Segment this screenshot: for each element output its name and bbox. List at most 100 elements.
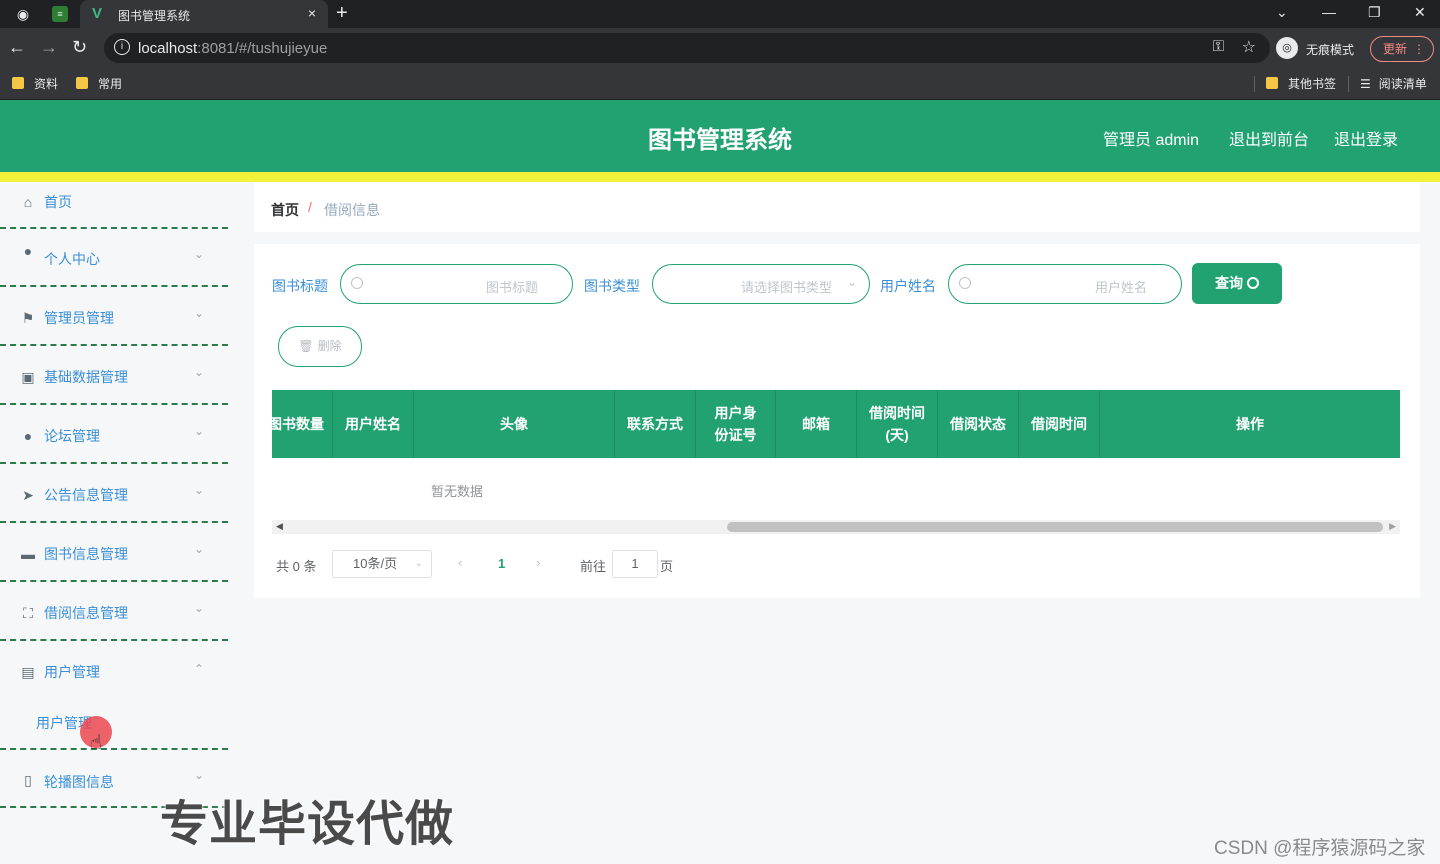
next-page-icon[interactable]: › [536, 555, 540, 570]
page-size-select[interactable]: 10条/页 ⌄ [332, 550, 432, 578]
scrollbar-thumb[interactable] [727, 522, 1383, 532]
tab-active[interactable]: V 图书管理系统 × [80, 0, 328, 28]
column-header: 用户姓名 [333, 390, 414, 458]
book-type-select[interactable]: 请选择图书类型 ⌄ [652, 264, 870, 304]
user-name-placeholder: 用户姓名 [1095, 280, 1148, 295]
user-icon: ● [23, 428, 33, 444]
bookmark-folder[interactable]: 资料 [12, 75, 58, 92]
bookmark-label: 其他书签 [1288, 77, 1337, 91]
sidebar-item-label: 管理员管理 [44, 310, 114, 326]
forward-icon[interactable]: → [40, 37, 58, 57]
send-icon: ➤ [22, 487, 34, 503]
sidebar-item-borrow[interactable]: ⛶ 借阅信息管理 ⌄ [0, 583, 228, 641]
book-type-placeholder: 请选择图书类型 [741, 280, 833, 295]
scroll-left-icon[interactable]: ◀ [276, 521, 283, 532]
goto-page-input[interactable]: 1 [612, 550, 658, 578]
sidebar-item-label: 个人中心 [44, 251, 100, 267]
menu-divider [0, 344, 228, 346]
kebab-menu-icon[interactable]: ⋮ [1413, 37, 1425, 61]
sidebar-item-home[interactable]: ⌂ 首页 [0, 182, 228, 229]
credit-text: CSDN @程序猿源码之家 [1214, 838, 1426, 859]
sidebar-item-basic-data[interactable]: ▣ 基础数据管理 ⌄ [0, 347, 228, 405]
chevron-down-icon: ⌄ [194, 768, 205, 782]
sidebar-subitem-users[interactable]: 用户管理 [0, 700, 228, 750]
logout-link[interactable]: 退出登录 [1334, 126, 1398, 150]
menu-divider [0, 639, 228, 641]
menu-divider [0, 403, 228, 405]
app-title: 图书管理系统 [648, 127, 792, 154]
prev-page-icon[interactable]: ‹ [458, 555, 462, 570]
update-label: 更新 [1383, 42, 1408, 56]
sidebar: ⌂ 首页 ● 个人中心 ⌄ ⚑ 管理员管理 ⌄ ▣ 基础数据管理 ⌄ ● 论坛管… [0, 182, 228, 864]
new-tab-button[interactable]: + [336, 2, 348, 25]
update-button[interactable]: 更新 ⋮ [1370, 36, 1434, 62]
search-icon [959, 277, 971, 289]
delete-label: 删除 [317, 339, 342, 353]
bookmark-star-icon[interactable]: ☆ [1242, 37, 1256, 57]
page-size-value: 10条/页 [353, 556, 398, 571]
tab-close-icon[interactable]: × [308, 5, 316, 21]
pagination: 共 0 条 10条/页 ⌄ ‹ 1 › 前往 1 页 [272, 550, 872, 578]
page-number[interactable]: 1 [498, 556, 505, 571]
book-title-placeholder: 图书标题 [486, 280, 539, 295]
user-icon: ● [23, 243, 33, 259]
reading-list-icon: ☰ [1360, 77, 1371, 91]
sidebar-item-label: 借阅信息管理 [44, 605, 128, 621]
book-title-input[interactable]: 图书标题 [340, 264, 573, 304]
goto-unit: 页 [660, 559, 674, 574]
menu-divider [0, 285, 228, 287]
user-name-input[interactable]: 用户姓名 [948, 264, 1182, 304]
close-window-icon[interactable]: ✕ [1414, 4, 1426, 21]
browser-menu-icon[interactable]: ◉ [14, 5, 32, 23]
query-button[interactable]: 查询 [1192, 263, 1282, 304]
sidebar-item-personal-center[interactable]: ● 个人中心 ⌄ [0, 229, 228, 287]
breadcrumb-separator: / [308, 199, 312, 215]
reading-list[interactable]: ☰ 阅读清单 [1360, 75, 1427, 92]
sidebar-item-notice[interactable]: ➤ 公告信息管理 ⌄ [0, 465, 228, 523]
goto-label: 前往 [580, 559, 607, 574]
sidebar-item-admin[interactable]: ⚑ 管理员管理 ⌄ [0, 288, 228, 346]
main-card: 图书标题 图书标题 图书类型 请选择图书类型 ⌄ 用户姓名 用户姓名 查询 🗑 删… [254, 244, 1420, 598]
delete-button[interactable]: 🗑 删除 [278, 326, 362, 367]
sidebar-item-forum[interactable]: ● 论坛管理 ⌄ [0, 406, 228, 464]
chevron-up-icon: ⌃ [194, 662, 205, 676]
other-bookmarks[interactable]: 其他书签 [1266, 75, 1336, 92]
app-favicon-icon[interactable]: ≡ [52, 6, 68, 22]
back-icon[interactable]: ← [8, 37, 26, 57]
table-body: 暂无数据 [272, 458, 1400, 518]
search-icon [1247, 277, 1259, 289]
column-header: 邮箱 [776, 390, 857, 458]
site-info-icon[interactable]: i [114, 39, 130, 55]
sidebar-item-users[interactable]: ▤ 用户管理 ⌃ [0, 642, 228, 692]
chevron-down-icon: ⌄ [194, 247, 205, 261]
front-link[interactable]: 退出到前台 [1229, 126, 1309, 150]
column-header: 图书数量 [272, 390, 333, 458]
sidebar-item-label: 论坛管理 [44, 428, 100, 444]
header-accent-bar [0, 172, 1440, 182]
breadcrumb-home[interactable]: 首页 [271, 200, 299, 220]
column-header: 借阅状态 [938, 390, 1019, 458]
horizontal-scrollbar[interactable]: ◀ ▶ [272, 520, 1400, 534]
folder-icon [1266, 77, 1278, 89]
browser-toolbar: ← → ↻ i localhost:8081/#/tushujieyue ⚿ ☆… [0, 28, 1440, 68]
address-bar[interactable]: i localhost:8081/#/tushujieyue ⚿ ☆ [104, 33, 1270, 63]
breadcrumb: 首页 / 借阅信息 [254, 182, 1420, 232]
sidebar-item-books[interactable]: ▬ 图书信息管理 ⌄ [0, 524, 228, 582]
menu-divider [0, 462, 228, 464]
vue-icon: V [92, 5, 103, 22]
search-icon [351, 277, 363, 289]
bookmark-folder[interactable]: 常用 [76, 75, 122, 92]
reload-icon[interactable]: ↻ [72, 37, 87, 57]
key-icon[interactable]: ⚿ [1213, 38, 1224, 55]
menu-divider [0, 521, 228, 523]
scroll-right-icon[interactable]: ▶ [1389, 521, 1396, 532]
column-header: 操作 [1236, 416, 1264, 432]
bookmarks-divider [1348, 76, 1349, 92]
url-host: localhost [138, 40, 198, 57]
minimize-icon[interactable]: — [1322, 4, 1336, 20]
book-title-label: 图书标题 [272, 278, 328, 294]
column-header: 头像 [414, 390, 615, 458]
frame-icon: ⛶ [23, 605, 33, 621]
restore-icon[interactable]: ❐ [1368, 4, 1381, 21]
tab-search-icon[interactable]: ⌄ [1276, 4, 1288, 21]
